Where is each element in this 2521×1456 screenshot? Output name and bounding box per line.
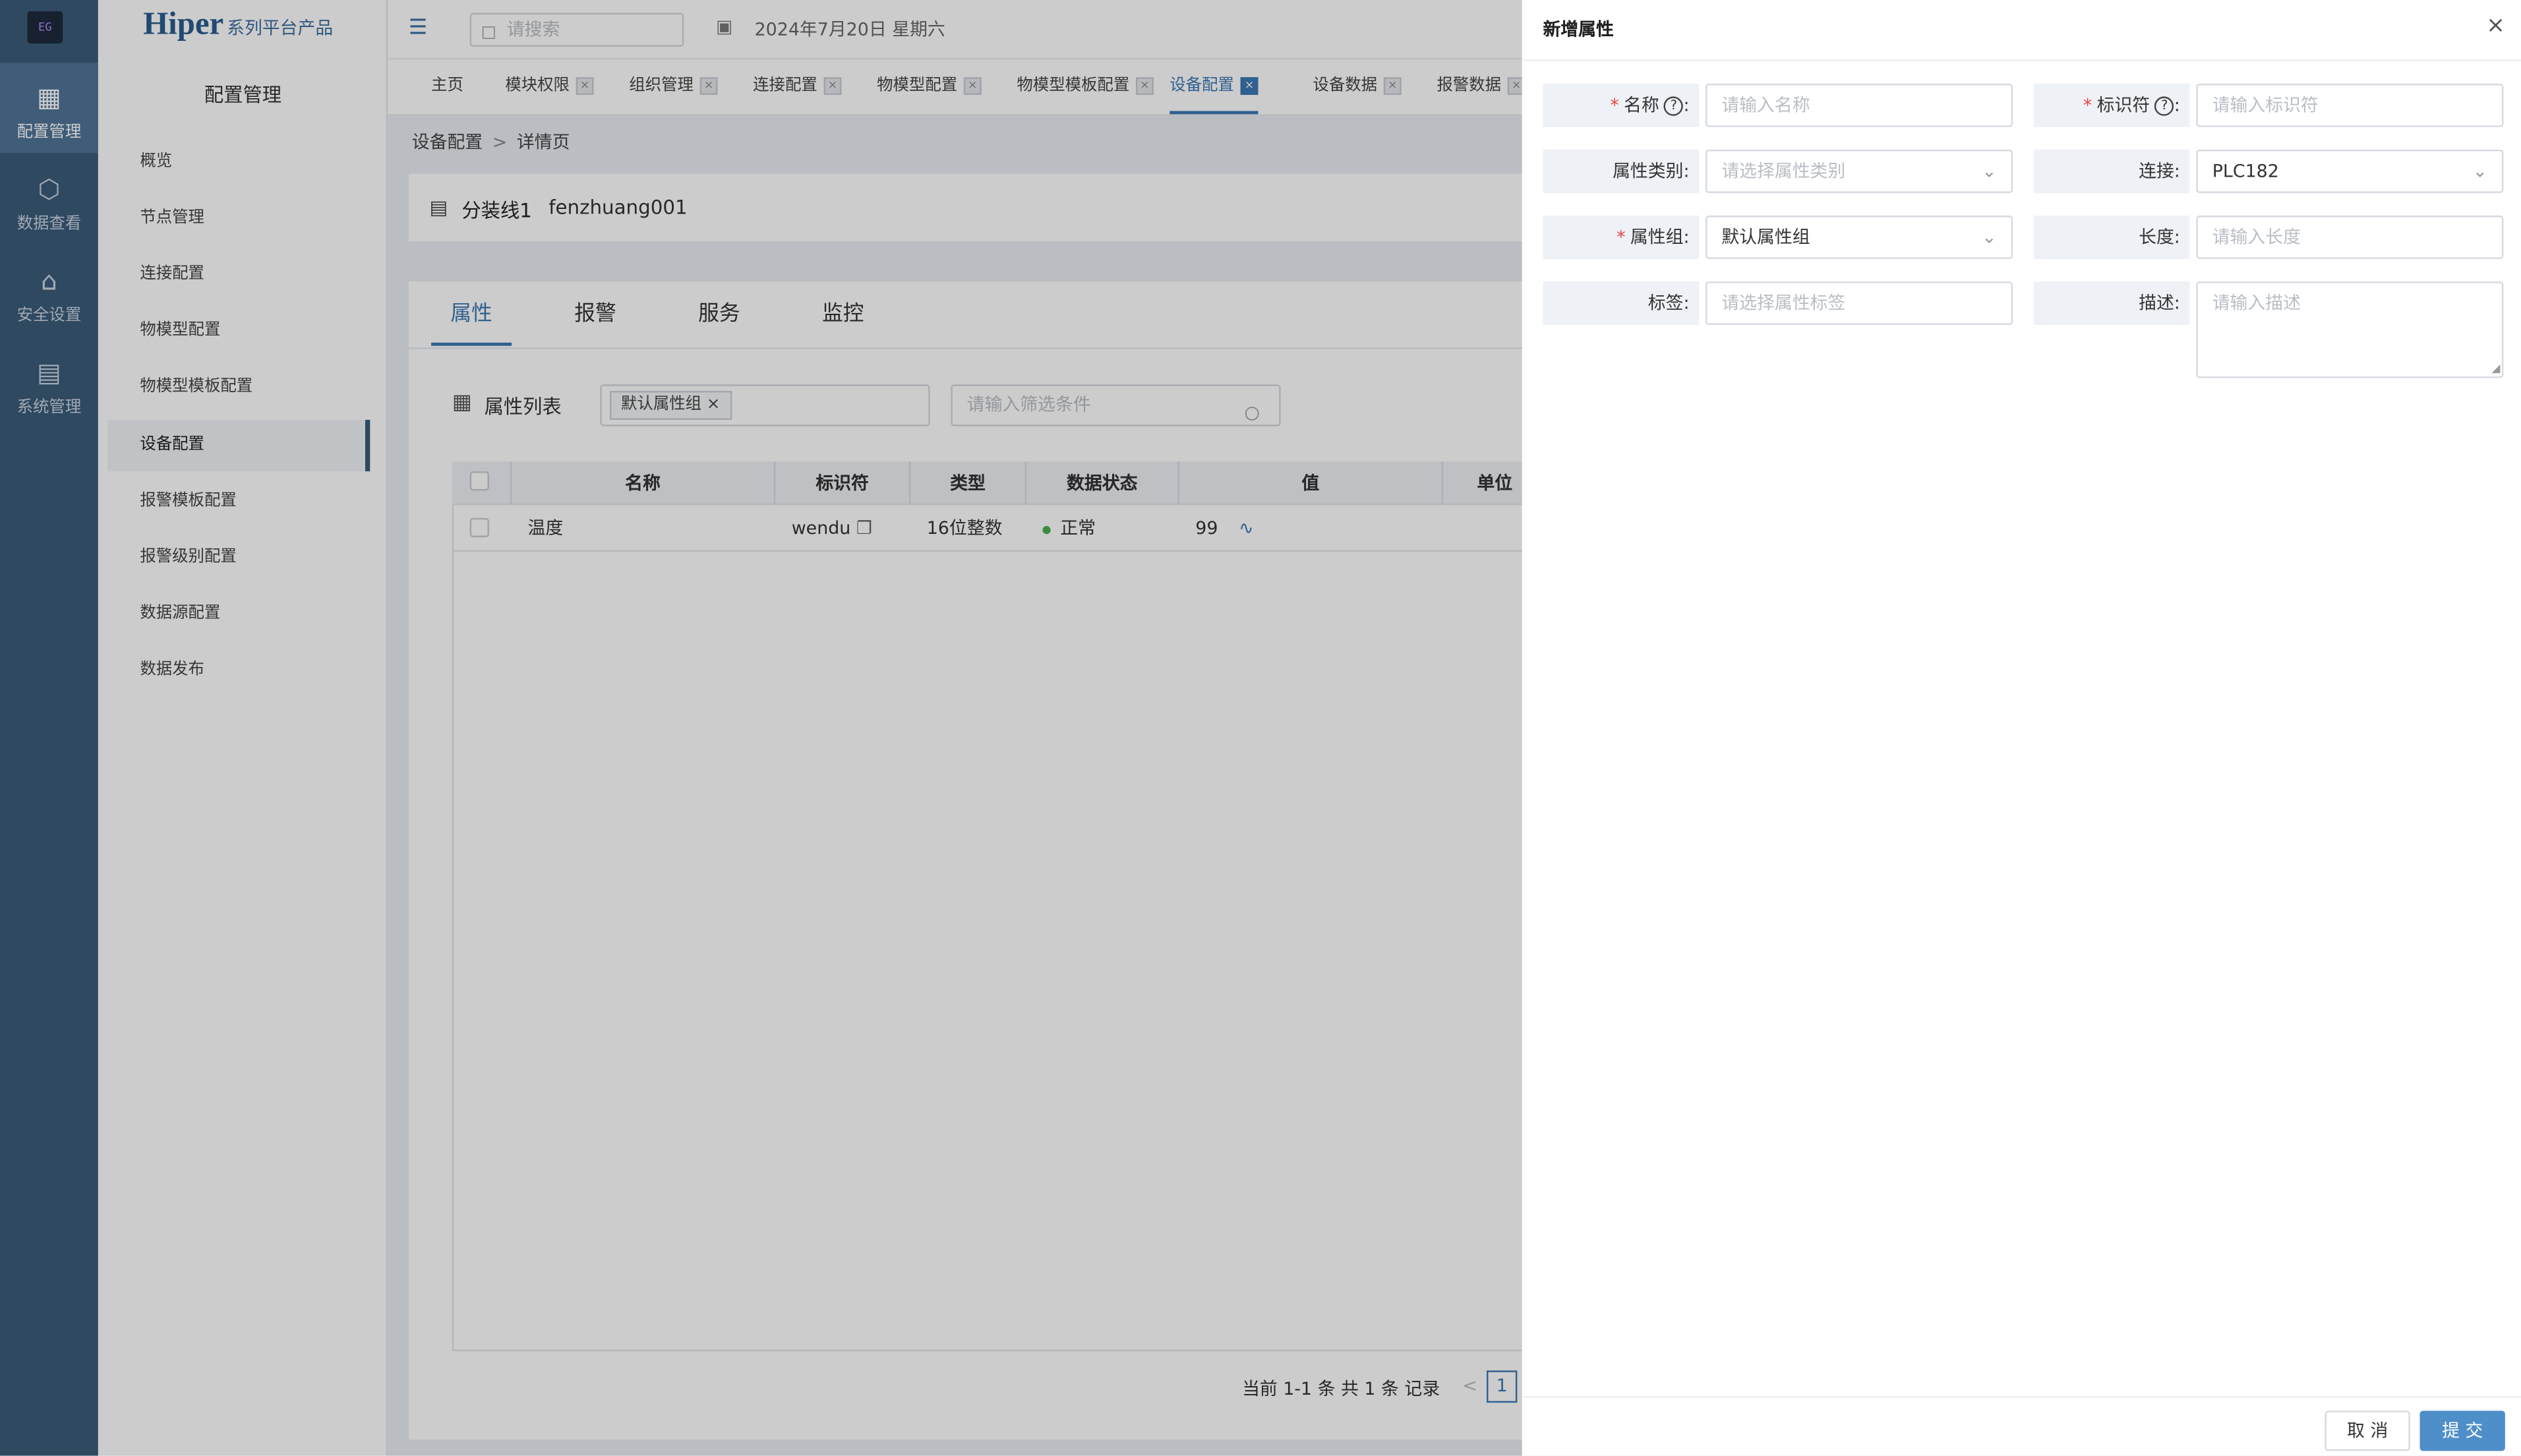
length-input[interactable]: 请输入长度 xyxy=(2196,216,2504,259)
description-textarea[interactable]: 请输入描述 ◢ xyxy=(2196,281,2504,378)
add-property-drawer: 新增属性 × * 名称?: 请输入名称 * 标识符?: 请输入标识符 属性类别: 请… xyxy=(1522,0,2521,1456)
tags-label: 标签: xyxy=(1543,281,1700,325)
description-label: 描述: xyxy=(2033,281,2190,325)
name-input[interactable]: 请输入名称 xyxy=(1705,83,2013,127)
group-select[interactable]: 默认属性组 ⌄ xyxy=(1705,216,2013,259)
help-icon[interactable]: ? xyxy=(2154,96,2174,116)
category-select[interactable]: 请选择属性类别 ⌄ xyxy=(1705,149,2013,193)
help-icon[interactable]: ? xyxy=(1664,96,1684,116)
category-label: 属性类别: xyxy=(1543,149,1700,193)
close-icon[interactable]: × xyxy=(2486,13,2505,39)
identifier-input[interactable]: 请输入标识符 xyxy=(2196,83,2504,127)
chevron-down-icon: ⌄ xyxy=(2472,161,2488,182)
group-label: * 属性组: xyxy=(1543,216,1700,259)
drawer-title: 新增属性 xyxy=(1543,19,1614,41)
resize-handle-icon[interactable]: ◢ xyxy=(2491,363,2500,375)
connection-label: 连接: xyxy=(2033,149,2190,193)
tags-select[interactable]: 请选择属性标签 xyxy=(1705,281,2013,325)
cancel-button[interactable]: 取 消 xyxy=(2325,1411,2410,1451)
connection-select[interactable]: PLC182 ⌄ xyxy=(2196,149,2504,193)
identifier-label: * 标识符?: xyxy=(2033,83,2190,127)
modal-mask[interactable] xyxy=(0,0,1522,1456)
name-label: * 名称?: xyxy=(1543,83,1700,127)
chevron-down-icon: ⌄ xyxy=(1982,161,1997,182)
chevron-down-icon: ⌄ xyxy=(1982,227,1997,248)
submit-button[interactable]: 提 交 xyxy=(2419,1411,2505,1451)
length-label: 长度: xyxy=(2033,216,2190,259)
